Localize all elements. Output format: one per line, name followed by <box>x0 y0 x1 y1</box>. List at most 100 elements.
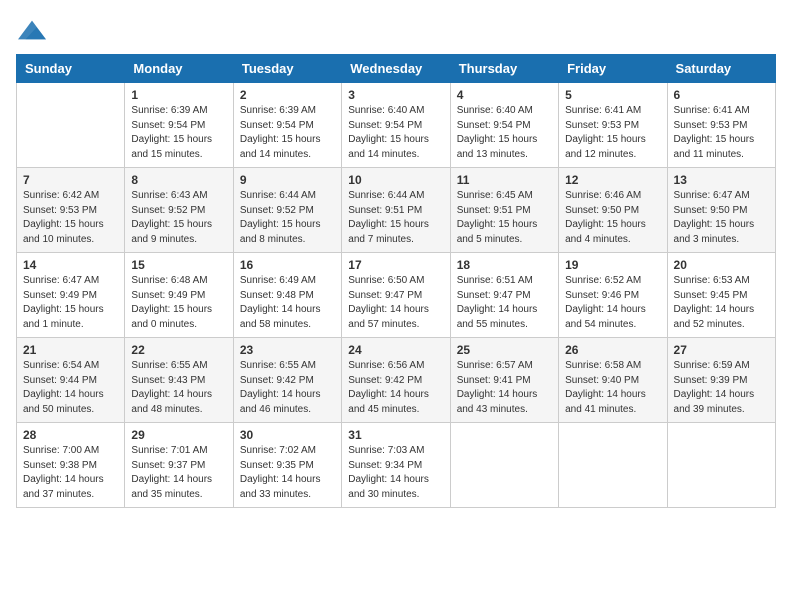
calendar-day-cell <box>450 423 558 508</box>
calendar-day-cell <box>559 423 667 508</box>
day-number: 21 <box>23 343 118 357</box>
day-number: 25 <box>457 343 552 357</box>
calendar-day-cell: 21 Sunrise: 6:54 AMSunset: 9:44 PMDayligh… <box>17 338 125 423</box>
calendar-day-cell: 10 Sunrise: 6:44 AMSunset: 9:51 PMDayligh… <box>342 168 450 253</box>
day-info: Sunrise: 6:40 AMSunset: 9:54 PMDaylight:… <box>457 104 552 162</box>
weekday-header: Wednesday <box>342 55 450 83</box>
calendar: SundayMondayTuesdayWednesdayThursdayFrid… <box>16 54 776 508</box>
day-number: 5 <box>565 88 660 102</box>
day-number: 15 <box>131 258 226 272</box>
calendar-day-cell: 23Sunrise: 6:55 AMSunset: 9:42 PMDayligh… <box>233 338 341 423</box>
day-info: Sunrise: 6:50 AMSunset: 9:47 PMDaylight:… <box>348 274 443 332</box>
day-info: Sunrise: 7:00 AMSunset: 9:38 PMDaylight:… <box>23 444 118 502</box>
calendar-day-cell: 9 Sunrise: 6:44 AMSunset: 9:52 PMDaylight… <box>233 168 341 253</box>
day-number: 14 <box>23 258 118 272</box>
calendar-day-cell: 5 Sunrise: 6:41 AMSunset: 9:53 PMDaylight… <box>559 83 667 168</box>
day-number: 9 <box>240 173 335 187</box>
day-info: Sunrise: 6:45 AMSunset: 9:51 PMDaylight:… <box>457 189 552 247</box>
calendar-day-cell: 1 Sunrise: 6:39 AMSunset: 9:54 PMDaylight… <box>125 83 233 168</box>
weekday-header: Sunday <box>17 55 125 83</box>
day-number: 18 <box>457 258 552 272</box>
calendar-day-cell: 24Sunrise: 6:56 AMSunset: 9:42 PMDayligh… <box>342 338 450 423</box>
calendar-day-cell: 20 Sunrise: 6:53 AMSunset: 9:45 PMDayligh… <box>667 253 775 338</box>
calendar-day-cell: 25 Sunrise: 6:57 AMSunset: 9:41 PMDayligh… <box>450 338 558 423</box>
day-number: 17 <box>348 258 443 272</box>
calendar-day-cell: 11 Sunrise: 6:45 AMSunset: 9:51 PMDayligh… <box>450 168 558 253</box>
day-number: 30 <box>240 428 335 442</box>
day-number: 29 <box>131 428 226 442</box>
logo-icon <box>18 16 46 44</box>
weekday-header: Friday <box>559 55 667 83</box>
calendar-week-row: 28 Sunrise: 7:00 AMSunset: 9:38 PMDayligh… <box>17 423 776 508</box>
day-number: 19 <box>565 258 660 272</box>
calendar-day-cell: 7 Sunrise: 6:42 AMSunset: 9:53 PMDaylight… <box>17 168 125 253</box>
calendar-day-cell: 27 Sunrise: 6:59 AMSunset: 9:39 PMDayligh… <box>667 338 775 423</box>
calendar-day-cell: 13 Sunrise: 6:47 AMSunset: 9:50 PMDayligh… <box>667 168 775 253</box>
calendar-day-cell: 4Sunrise: 6:40 AMSunset: 9:54 PMDaylight… <box>450 83 558 168</box>
day-number: 22 <box>131 343 226 357</box>
calendar-day-cell: 12 Sunrise: 6:46 AMSunset: 9:50 PMDayligh… <box>559 168 667 253</box>
day-info: Sunrise: 6:59 AMSunset: 9:39 PMDaylight:… <box>674 359 769 417</box>
calendar-day-cell: 16 Sunrise: 6:49 AMSunset: 9:48 PMDayligh… <box>233 253 341 338</box>
calendar-day-cell: 6 Sunrise: 6:41 AMSunset: 9:53 PMDaylight… <box>667 83 775 168</box>
day-info: Sunrise: 6:57 AMSunset: 9:41 PMDaylight:… <box>457 359 552 417</box>
weekday-header: Thursday <box>450 55 558 83</box>
day-info: Sunrise: 7:03 AMSunset: 9:34 PMDaylight:… <box>348 444 443 502</box>
calendar-week-row: 21 Sunrise: 6:54 AMSunset: 9:44 PMDayligh… <box>17 338 776 423</box>
calendar-day-cell: 31 Sunrise: 7:03 AMSunset: 9:34 PMDayligh… <box>342 423 450 508</box>
day-info: Sunrise: 6:39 AMSunset: 9:54 PMDaylight:… <box>131 104 226 162</box>
calendar-day-cell: 19 Sunrise: 6:52 AMSunset: 9:46 PMDayligh… <box>559 253 667 338</box>
day-info: Sunrise: 6:54 AMSunset: 9:44 PMDaylight:… <box>23 359 118 417</box>
header <box>16 16 776 44</box>
calendar-day-cell: 29 Sunrise: 7:01 AMSunset: 9:37 PMDayligh… <box>125 423 233 508</box>
logo <box>16 16 46 44</box>
day-info: Sunrise: 6:48 AMSunset: 9:49 PMDaylight:… <box>131 274 226 332</box>
weekday-header: Monday <box>125 55 233 83</box>
day-number: 3 <box>348 88 443 102</box>
day-info: Sunrise: 6:40 AMSunset: 9:54 PMDaylight:… <box>348 104 443 162</box>
day-info: Sunrise: 6:44 AMSunset: 9:51 PMDaylight:… <box>348 189 443 247</box>
day-info: Sunrise: 6:42 AMSunset: 9:53 PMDaylight:… <box>23 189 118 247</box>
day-number: 27 <box>674 343 769 357</box>
day-info: Sunrise: 6:51 AMSunset: 9:47 PMDaylight:… <box>457 274 552 332</box>
day-number: 12 <box>565 173 660 187</box>
calendar-week-row: 1 Sunrise: 6:39 AMSunset: 9:54 PMDaylight… <box>17 83 776 168</box>
day-number: 31 <box>348 428 443 442</box>
day-number: 2 <box>240 88 335 102</box>
calendar-day-cell <box>17 83 125 168</box>
day-number: 11 <box>457 173 552 187</box>
calendar-day-cell: 8Sunrise: 6:43 AMSunset: 9:52 PMDaylight… <box>125 168 233 253</box>
day-info: Sunrise: 6:39 AMSunset: 9:54 PMDaylight:… <box>240 104 335 162</box>
calendar-day-cell: 17 Sunrise: 6:50 AMSunset: 9:47 PMDayligh… <box>342 253 450 338</box>
day-info: Sunrise: 6:41 AMSunset: 9:53 PMDaylight:… <box>565 104 660 162</box>
day-info: Sunrise: 6:49 AMSunset: 9:48 PMDaylight:… <box>240 274 335 332</box>
day-info: Sunrise: 6:52 AMSunset: 9:46 PMDaylight:… <box>565 274 660 332</box>
day-number: 13 <box>674 173 769 187</box>
weekday-header: Saturday <box>667 55 775 83</box>
day-number: 28 <box>23 428 118 442</box>
day-number: 23 <box>240 343 335 357</box>
day-info: Sunrise: 6:47 AMSunset: 9:50 PMDaylight:… <box>674 189 769 247</box>
day-info: Sunrise: 6:58 AMSunset: 9:40 PMDaylight:… <box>565 359 660 417</box>
day-number: 1 <box>131 88 226 102</box>
calendar-day-cell <box>667 423 775 508</box>
day-number: 7 <box>23 173 118 187</box>
weekday-header: Tuesday <box>233 55 341 83</box>
calendar-day-cell: 15 Sunrise: 6:48 AMSunset: 9:49 PMDayligh… <box>125 253 233 338</box>
calendar-day-cell: 14Sunrise: 6:47 AMSunset: 9:49 PMDayligh… <box>17 253 125 338</box>
day-info: Sunrise: 6:46 AMSunset: 9:50 PMDaylight:… <box>565 189 660 247</box>
day-info: Sunrise: 6:44 AMSunset: 9:52 PMDaylight:… <box>240 189 335 247</box>
day-info: Sunrise: 6:53 AMSunset: 9:45 PMDaylight:… <box>674 274 769 332</box>
calendar-week-row: 14Sunrise: 6:47 AMSunset: 9:49 PMDayligh… <box>17 253 776 338</box>
weekday-header-row: SundayMondayTuesdayWednesdayThursdayFrid… <box>17 55 776 83</box>
calendar-day-cell: 3 Sunrise: 6:40 AMSunset: 9:54 PMDaylight… <box>342 83 450 168</box>
day-number: 20 <box>674 258 769 272</box>
calendar-week-row: 7 Sunrise: 6:42 AMSunset: 9:53 PMDaylight… <box>17 168 776 253</box>
day-number: 10 <box>348 173 443 187</box>
day-number: 6 <box>674 88 769 102</box>
day-info: Sunrise: 7:01 AMSunset: 9:37 PMDaylight:… <box>131 444 226 502</box>
day-info: Sunrise: 6:41 AMSunset: 9:53 PMDaylight:… <box>674 104 769 162</box>
day-number: 16 <box>240 258 335 272</box>
day-info: Sunrise: 6:56 AMSunset: 9:42 PMDaylight:… <box>348 359 443 417</box>
calendar-day-cell: 28 Sunrise: 7:00 AMSunset: 9:38 PMDayligh… <box>17 423 125 508</box>
